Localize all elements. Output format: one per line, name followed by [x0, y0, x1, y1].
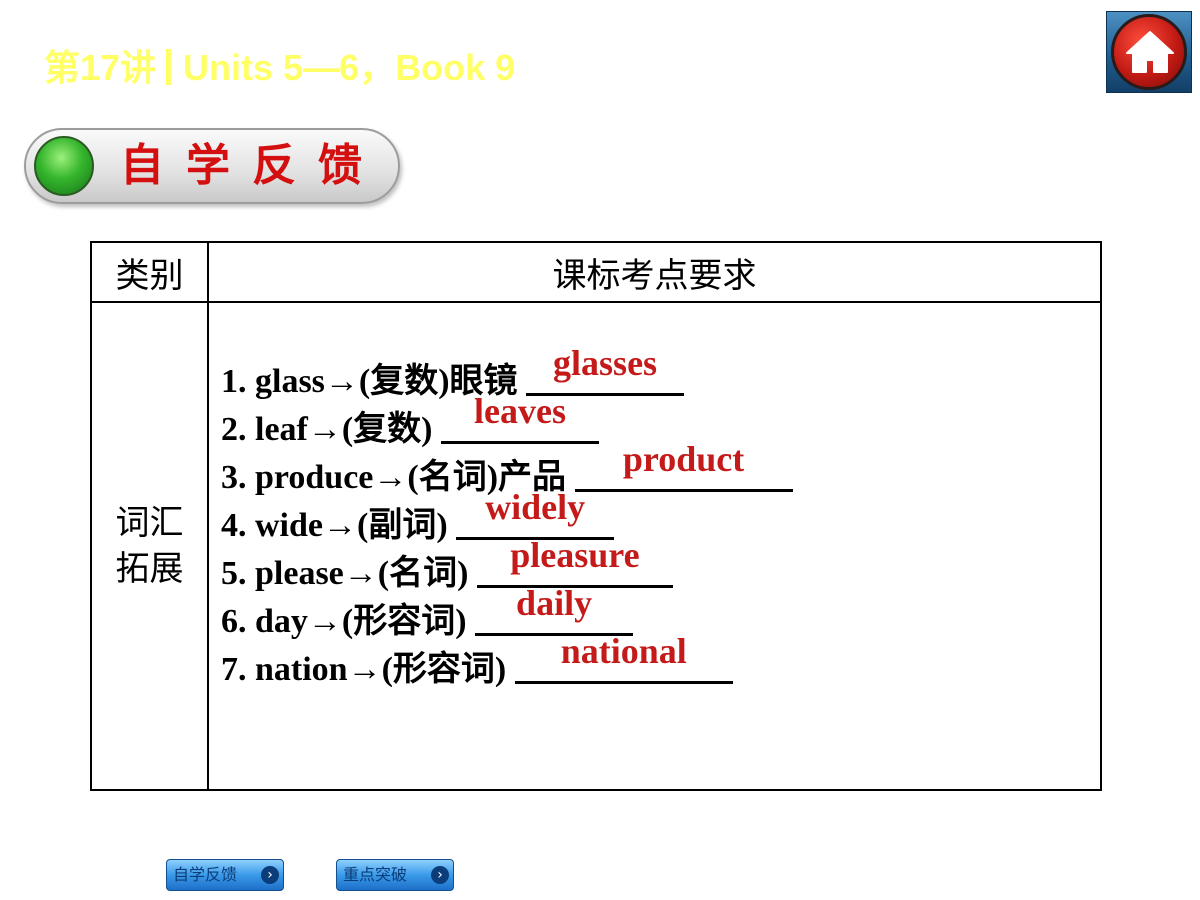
exercise-prompt: 6. day→(形容词): [221, 603, 476, 640]
answer-text: national: [560, 631, 687, 671]
category-line-2: 拓展: [115, 549, 184, 589]
lesson-title: 第17讲 Units 5—6，Book 9: [44, 44, 515, 92]
category-cell: 词汇 拓展: [90, 301, 209, 791]
exercise-prompt: 7. nation→(形容词): [221, 651, 515, 688]
exercise-prompt: 2. leaf→(复数): [221, 411, 442, 448]
exercise-item-3: 3. produce→(名词)产品 product: [221, 439, 1100, 501]
title-separator: [166, 49, 172, 85]
requirements-cell: 1. glass→(复数)眼镜 glasses 2. leaf→(复数) lea…: [207, 301, 1102, 791]
chevron-right-icon: ›: [431, 866, 449, 884]
header-requirements: 课标考点要求: [207, 241, 1102, 303]
header-category: 类别: [90, 241, 209, 303]
lesson-number: 第17讲: [44, 47, 157, 88]
nav-button-key-points[interactable]: 重点突破 ›: [336, 859, 454, 891]
nav-button-label: 重点突破: [343, 865, 408, 884]
exercise-prompt: 4. wide→(副词): [221, 507, 457, 544]
table-header-row: 类别 课标考点要求: [90, 241, 1102, 303]
section-header: 自学反馈: [24, 128, 400, 204]
answer-blank: national: [514, 631, 733, 684]
exercise-prompt: 5. please→(名词): [221, 555, 477, 592]
chevron-right-icon: ›: [261, 866, 279, 884]
answer-text: leaves: [474, 391, 566, 431]
answer-text: glasses: [553, 343, 658, 383]
answer-text: widely: [485, 487, 586, 527]
table-row: 词汇 拓展 1. glass→(复数)眼镜 glasses 2. leaf→(复…: [90, 301, 1102, 791]
exercise-item-1: 1. glass→(复数)眼镜 glasses: [221, 343, 1100, 405]
vocab-table: 类别 课标考点要求 词汇 拓展 1. glass→(复数)眼镜 glasses …: [90, 241, 1102, 791]
answer-text: pleasure: [510, 535, 640, 575]
unit-title: Units 5—6，Book 9: [183, 47, 516, 88]
answer-text: product: [622, 439, 745, 479]
green-dot-icon: [34, 136, 94, 196]
exercise-item-5: 5. please→(名词) pleasure: [221, 535, 1100, 597]
home-button[interactable]: [1106, 11, 1192, 93]
section-label: 自学反馈: [120, 140, 384, 191]
answer-text: daily: [516, 583, 593, 623]
nav-button-self-study[interactable]: 自学反馈 ›: [166, 859, 284, 891]
exercise-item-7: 7. nation→(形容词) national: [221, 631, 1100, 693]
category-line-1: 词汇: [115, 503, 184, 543]
home-icon: [1126, 31, 1174, 73]
nav-button-label: 自学反馈: [173, 865, 238, 884]
exercise-list: 1. glass→(复数)眼镜 glasses 2. leaf→(复数) lea…: [221, 343, 1100, 693]
